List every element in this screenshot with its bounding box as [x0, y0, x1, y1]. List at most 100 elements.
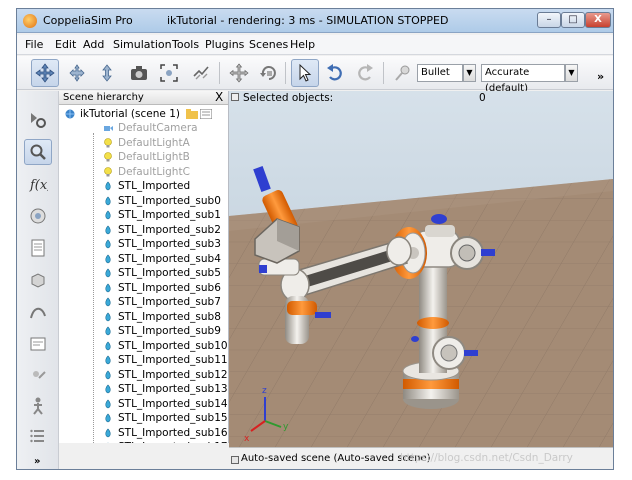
- tree-item-label: STL_Imported_sub2: [118, 223, 221, 236]
- file-icon[interactable]: [24, 235, 52, 261]
- tree-item[interactable]: STL_Imported_sub6: [103, 281, 221, 295]
- undo-icon[interactable]: [321, 59, 349, 87]
- collections-icon[interactable]: [24, 363, 52, 389]
- scripts-icon[interactable]: f(x): [24, 171, 52, 197]
- redo-icon[interactable]: [351, 59, 379, 87]
- scene-root-item[interactable]: ikTutorial (scene 1): [65, 107, 212, 121]
- tree-item[interactable]: DefaultLightA: [103, 136, 190, 150]
- scene-3d-render[interactable]: z y x: [229, 91, 613, 447]
- toolbar-overflow-button[interactable]: »: [597, 70, 604, 83]
- tree-item[interactable]: STL_Imported: [103, 179, 190, 193]
- paths-icon[interactable]: [24, 299, 52, 325]
- scene-settings-icon[interactable]: [24, 107, 52, 133]
- click-select-icon[interactable]: [291, 59, 319, 87]
- tree-item-label: STL_Imported_sub15: [118, 412, 228, 424]
- layers-icon[interactable]: [24, 331, 52, 357]
- tree-item[interactable]: STL_Imported_sub12: [103, 368, 228, 382]
- tree-item[interactable]: STL_Imported_sub8: [103, 310, 221, 324]
- camera-angle-icon[interactable]: [125, 59, 153, 87]
- shape-icon: [105, 370, 111, 379]
- tree-item[interactable]: STL_Imported_sub17: [103, 440, 228, 443]
- tree-item[interactable]: STL_Imported_sub10: [103, 339, 228, 353]
- model-icon[interactable]: [24, 393, 52, 419]
- tree-item-label: STL_Imported_sub4: [118, 252, 221, 265]
- scene-hierarchy-title: Scene hierarchy: [63, 92, 144, 103]
- minimize-button[interactable]: –: [537, 12, 561, 28]
- page-selector-icon[interactable]: [24, 139, 52, 165]
- tree-item-label: DefaultLightC: [118, 165, 190, 178]
- shape-icon: [105, 254, 111, 263]
- menu-file[interactable]: File: [25, 38, 43, 51]
- tree-item[interactable]: STL_Imported_sub4: [103, 252, 221, 266]
- menu-plugins[interactable]: Plugins: [205, 38, 244, 51]
- dynamics-icon[interactable]: [389, 59, 417, 87]
- tree-item-label: STL_Imported_sub17: [118, 441, 228, 443]
- object-rotate-icon[interactable]: [255, 59, 283, 87]
- menu-edit[interactable]: Edit: [55, 38, 76, 51]
- main-toolbar: Bullet ▼ Accurate (default) ▼ »: [17, 56, 613, 94]
- title-bar: CoppeliaSim Pro ikTutorial - rendering: …: [17, 9, 613, 33]
- axis-x-label: x: [244, 434, 250, 444]
- shape-icon: [105, 210, 111, 220]
- list-icon[interactable]: [24, 423, 52, 449]
- shape-icon: [105, 399, 111, 408]
- menu-help[interactable]: Help: [290, 38, 315, 51]
- menu-add[interactable]: Add: [83, 38, 104, 51]
- menu-scenes[interactable]: Scenes: [249, 38, 288, 51]
- script-icon: [199, 109, 212, 119]
- tree-item-label: STL_Imported_sub12: [118, 368, 228, 381]
- shape-icon: [107, 442, 109, 443]
- tree-item-label: DefaultLightA: [118, 136, 190, 149]
- objects-icon[interactable]: [24, 203, 52, 229]
- axis-z-label: z: [262, 386, 267, 396]
- manipulate-icon[interactable]: [187, 59, 215, 87]
- shape-icon: [105, 428, 111, 437]
- shape-icon: [105, 268, 111, 278]
- selected-objects-count: 0: [479, 92, 486, 104]
- camera-pan-icon[interactable]: [31, 59, 59, 87]
- tree-item[interactable]: STL_Imported_sub7: [103, 295, 221, 309]
- tree-item[interactable]: DefaultLightB: [103, 150, 190, 164]
- tree-item[interactable]: STL_Imported_sub13: [103, 382, 228, 396]
- tree-item-label: STL_Imported_sub8: [118, 310, 221, 323]
- tree-item[interactable]: STL_Imported_sub2: [103, 223, 221, 237]
- status-toggle-icon[interactable]: [231, 456, 239, 464]
- menu-tools[interactable]: Tools: [172, 38, 199, 51]
- scene-viewport[interactable]: z y x Selected objects: 0: [229, 91, 613, 469]
- tree-item-label: STL_Imported_sub5: [118, 267, 221, 279]
- tree-item[interactable]: STL_Imported_sub11: [103, 353, 228, 367]
- tree-item[interactable]: STL_Imported_sub16: [103, 426, 228, 440]
- close-button[interactable]: X: [585, 12, 611, 28]
- tree-item[interactable]: STL_Imported_sub9: [103, 324, 221, 338]
- tree-item[interactable]: STL_Imported_sub5: [103, 266, 221, 280]
- light-icon: [104, 137, 112, 147]
- tree-item-label: STL_Imported_sub11: [118, 354, 228, 366]
- chevron-down-icon[interactable]: ▼: [463, 64, 476, 82]
- menu-simulation[interactable]: Simulation: [113, 38, 172, 51]
- maximize-button[interactable]: □: [561, 12, 585, 28]
- object-shift-icon[interactable]: [225, 59, 253, 87]
- tree-item[interactable]: STL_Imported_sub15: [103, 411, 228, 425]
- camera-rotate-icon[interactable]: [63, 59, 91, 87]
- camera-shift-icon[interactable]: [93, 59, 121, 87]
- tree-item[interactable]: STL_Imported_sub3: [103, 237, 221, 251]
- tree-item[interactable]: STL_Imported_sub0: [103, 194, 221, 208]
- tree-item-label: STL_Imported_sub14: [118, 397, 228, 410]
- dynamics-accuracy-select[interactable]: Accurate (default): [481, 64, 565, 94]
- chevron-down-icon[interactable]: ▼: [565, 64, 578, 82]
- viewport-menu-icon[interactable]: [231, 93, 239, 101]
- tree-item[interactable]: DefaultCamera: [103, 121, 198, 135]
- tree-item[interactable]: DefaultLightC: [103, 165, 190, 179]
- tree-item-label: STL_Imported_sub7: [118, 296, 221, 308]
- scene-hierarchy-header: Scene hierarchy X: [59, 91, 228, 105]
- physics-engine-select[interactable]: Bullet: [417, 64, 463, 82]
- app-logo-icon: [23, 14, 37, 28]
- shapes-icon[interactable]: [24, 267, 52, 293]
- watermark-text: https://blog.csdn.net/Csdn_Darry: [400, 452, 573, 464]
- tree-item[interactable]: STL_Imported_sub14: [103, 397, 228, 411]
- fit-to-view-icon[interactable]: [155, 59, 183, 87]
- shape-icon: [105, 413, 111, 423]
- tree-item[interactable]: STL_Imported_sub1: [103, 208, 221, 222]
- more-tools-button[interactable]: »: [34, 456, 40, 467]
- close-icon[interactable]: X: [215, 91, 223, 104]
